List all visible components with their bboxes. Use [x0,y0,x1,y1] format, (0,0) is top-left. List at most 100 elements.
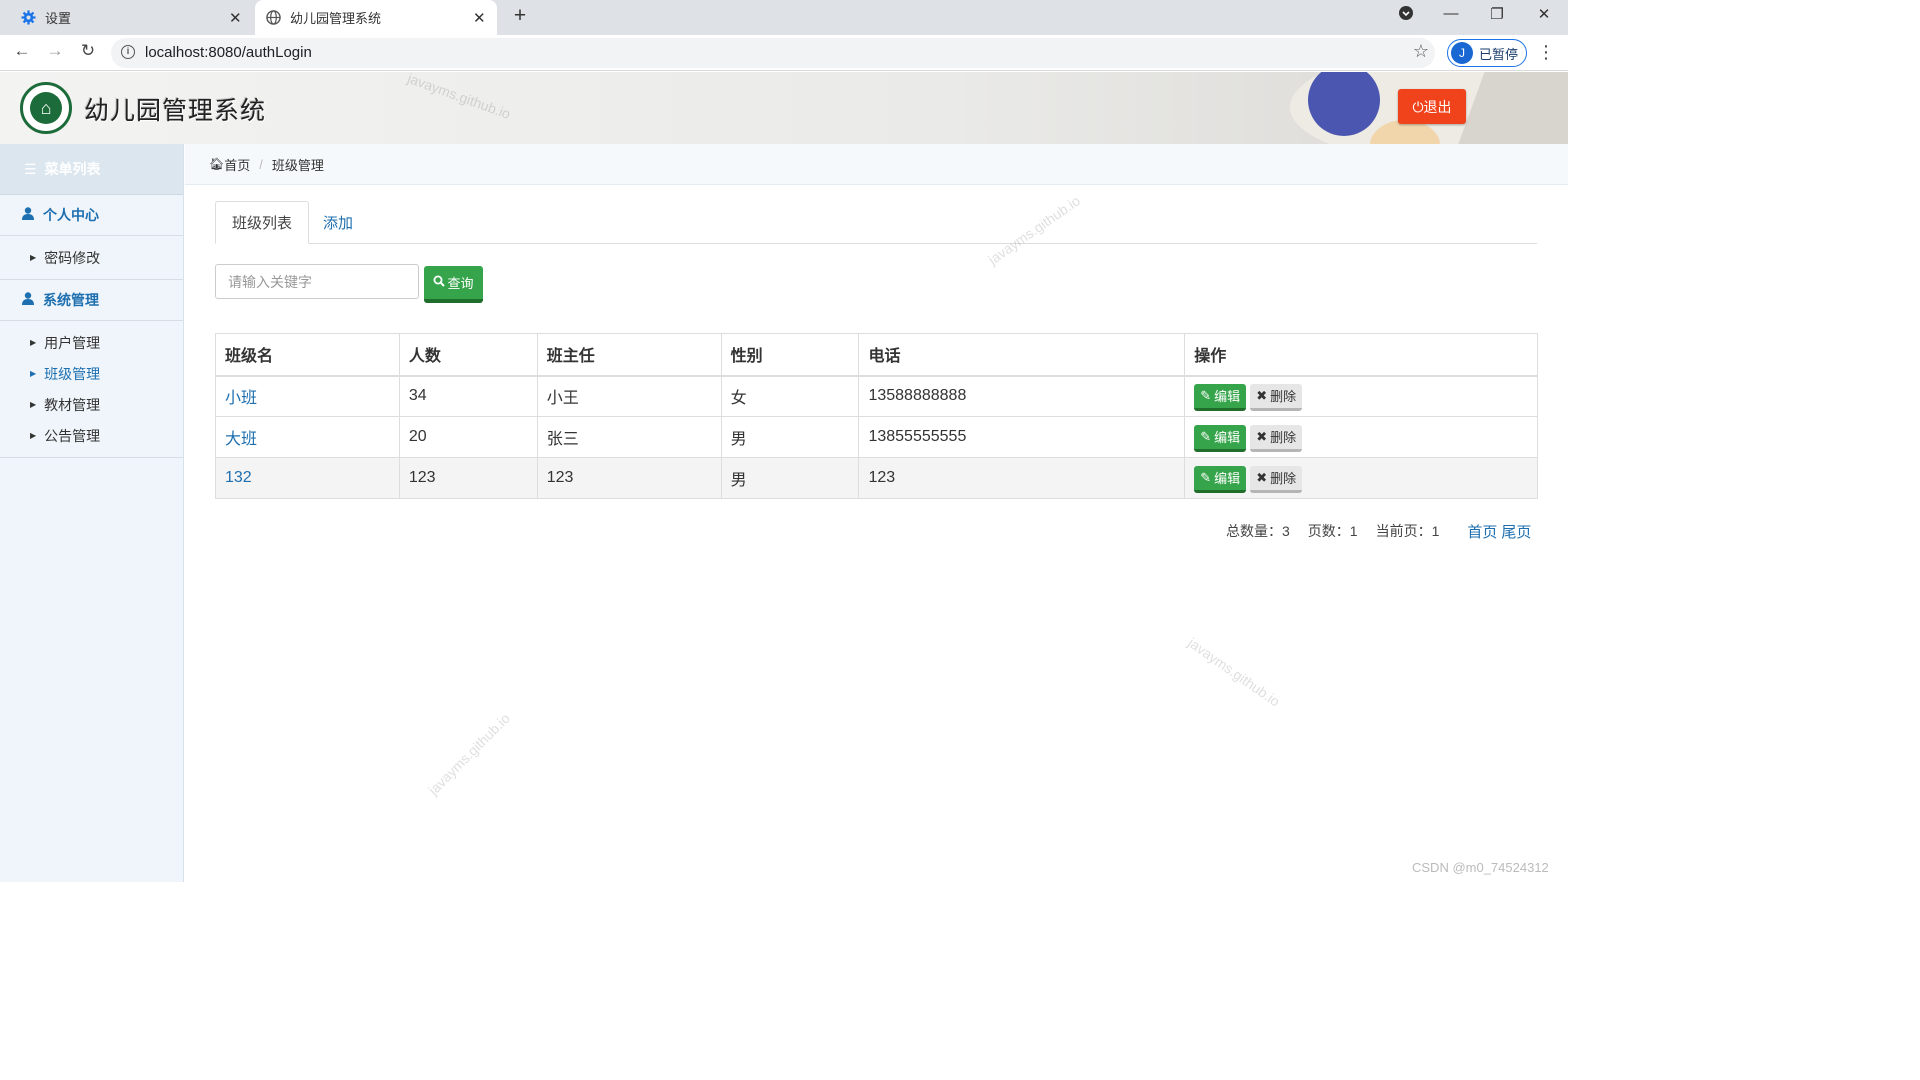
sidebar-group-label: 个人中心 [43,207,99,223]
cell-teacher: 小王 [536,375,722,417]
browser-menu-icon[interactable]: ⋮ [1536,42,1556,63]
sidebar-item-label: 班级管理 [44,365,101,382]
column-header: 班主任 [536,333,722,377]
sidebar-group-system[interactable]: 系统管理 [0,280,183,321]
caret-right-icon: ▶ [30,369,37,378]
browser-tab-title: 幼儿园管理系统 [290,11,382,26]
sidebar-item-label: 密码修改 [44,249,101,266]
forward-icon[interactable]: → [43,41,67,61]
menu-header-label: 菜单列表 [44,161,101,177]
cell-actions: ✎ 编辑 ✖ 删除 [1184,416,1538,458]
url-text: localhost:8080/authLogin [145,44,312,61]
search-button-label: 查询 [447,276,474,291]
cell-class-name: 132 [215,457,400,499]
app-header: ⌂ 幼儿园管理系统 javayms.github.io ⏻退出 [0,72,1568,144]
edit-button[interactable]: ✎ 编辑 [1194,383,1247,411]
current-page: 当前页：1 [1375,523,1440,539]
cell-count: 34 [398,375,538,417]
house-icon: ⌂ [30,92,62,124]
sidebar-item-textbooks[interactable]: ▶ 教材管理 [0,389,183,420]
tab-search-icon[interactable] [1391,5,1421,25]
edit-button[interactable]: ✎ 编辑 [1194,424,1247,452]
school-logo: ⌂ [20,82,72,134]
table-row: 大班 20 张三 男 13855555555 ✎ 编辑 ✖ 删除 [215,416,1538,458]
profile-button[interactable]: J 已暂停 [1447,39,1527,67]
cell-count: 123 [398,457,538,499]
app-title: 幼儿园管理系统 [84,97,267,125]
restore-icon[interactable]: ❐ [1482,5,1512,23]
column-header: 电话 [858,333,1186,377]
cell-gender: 女 [720,375,860,417]
edit-label: 编辑 [1214,389,1241,405]
breadcrumb-home[interactable]: 首页 [224,155,250,174]
site-info-icon[interactable]: i [121,45,135,59]
watermark: javayms.github.io [425,710,513,798]
breadcrumb-current: 班级管理 [271,157,324,173]
list-icon: ☰ [24,160,37,177]
last-page-link[interactable]: 尾页 [1501,521,1531,542]
browser-tab-app[interactable]: 幼儿园管理系统 ✕ [255,0,497,35]
cell-count: 20 [398,416,538,458]
delete-button[interactable]: ✖ 删除 [1250,383,1303,411]
sidebar-item-users[interactable]: ▶ 用户管理 [0,327,183,358]
caret-right-icon: ▶ [30,253,37,262]
column-header: 班级名 [215,333,400,377]
bookmark-star-icon[interactable]: ☆ [1413,41,1429,62]
table-row: 132 123 123 男 123 ✎ 编辑 ✖ 删除 [215,457,1538,499]
url-field[interactable]: i localhost:8080/authLogin ☆ [111,38,1435,68]
logout-button[interactable]: ⏻退出 [1398,89,1466,124]
first-page-link[interactable]: 首页 [1467,521,1497,542]
delete-button[interactable]: ✖ 删除 [1250,424,1303,452]
class-name-link[interactable]: 大班 [225,431,257,448]
sidebar-item-label: 用户管理 [44,334,101,351]
avatar: J [1451,42,1473,64]
sidebar-item-label: 教材管理 [44,396,101,413]
tab-class-list[interactable]: 班级列表 [215,201,310,244]
close-icon: ✖ [1256,428,1268,444]
search-button[interactable]: 查询 [424,266,483,303]
close-icon[interactable]: ✕ [229,9,242,27]
sidebar-item-notices[interactable]: ▶ 公告管理 [0,420,183,451]
menu-header: ☰ 菜单列表 [0,144,183,195]
caret-right-icon: ▶ [30,431,37,440]
search-input[interactable] [215,264,419,299]
breadcrumb: 🏠︎ 首页 / 班级管理 [185,144,1568,185]
window-close-icon[interactable]: ✕ [1529,5,1559,23]
class-name-link[interactable]: 小班 [225,390,257,407]
class-name-link[interactable]: 132 [225,469,252,486]
minimize-icon[interactable]: — [1436,5,1466,22]
edit-button[interactable]: ✎ 编辑 [1194,465,1247,493]
column-header: 性别 [720,333,860,377]
edit-label: 编辑 [1214,471,1241,486]
gear-icon [20,10,36,26]
watermark: javayms.github.io [1185,634,1283,710]
class-table: 班级名 人数 班主任 性别 电话 操作 小班 34 小王 女 135888888… [215,333,1538,499]
browser-tab-title: 设置 [45,11,72,26]
tab-add[interactable]: 添加 [307,201,369,244]
browser-tab-settings[interactable]: 设置 ✕ [0,0,252,35]
cell-class-name: 大班 [215,416,400,458]
delete-button[interactable]: ✖ 删除 [1250,465,1303,493]
sidebar-group-label: 系统管理 [43,292,99,308]
cell-teacher: 123 [536,457,722,499]
sidebar-item-password[interactable]: ▶ 密码修改 [0,242,183,273]
globe-icon [265,10,281,26]
pagination: 总数量：3 页数：1 当前页：1 首页 尾页 [1226,521,1531,542]
table-row: 小班 34 小王 女 13588888888 ✎ 编辑 ✖ 删除 [215,375,1538,417]
close-icon[interactable]: ✕ [473,9,486,27]
back-icon[interactable]: ← [10,41,34,61]
browser-tab-strip: 设置 ✕ 幼儿园管理系统 ✕ + — ❐ ✕ [0,0,1568,35]
reload-icon[interactable]: ↻ [76,41,100,61]
close-icon: ✖ [1256,469,1268,485]
sidebar-item-classes[interactable]: ▶ 班级管理 [0,358,183,389]
table-header-row: 班级名 人数 班主任 性别 电话 操作 [215,333,1538,377]
cell-phone: 13588888888 [858,375,1186,417]
cell-gender: 男 [720,457,860,499]
search-icon [433,275,446,290]
new-tab-icon[interactable]: + [508,4,532,28]
pencil-icon: ✎ [1200,428,1212,444]
sidebar-submenu: ▶ 密码修改 [0,236,183,280]
pencil-icon: ✎ [1200,469,1212,485]
sidebar-group-personal[interactable]: 个人中心 [0,195,183,236]
close-icon: ✖ [1256,387,1268,403]
